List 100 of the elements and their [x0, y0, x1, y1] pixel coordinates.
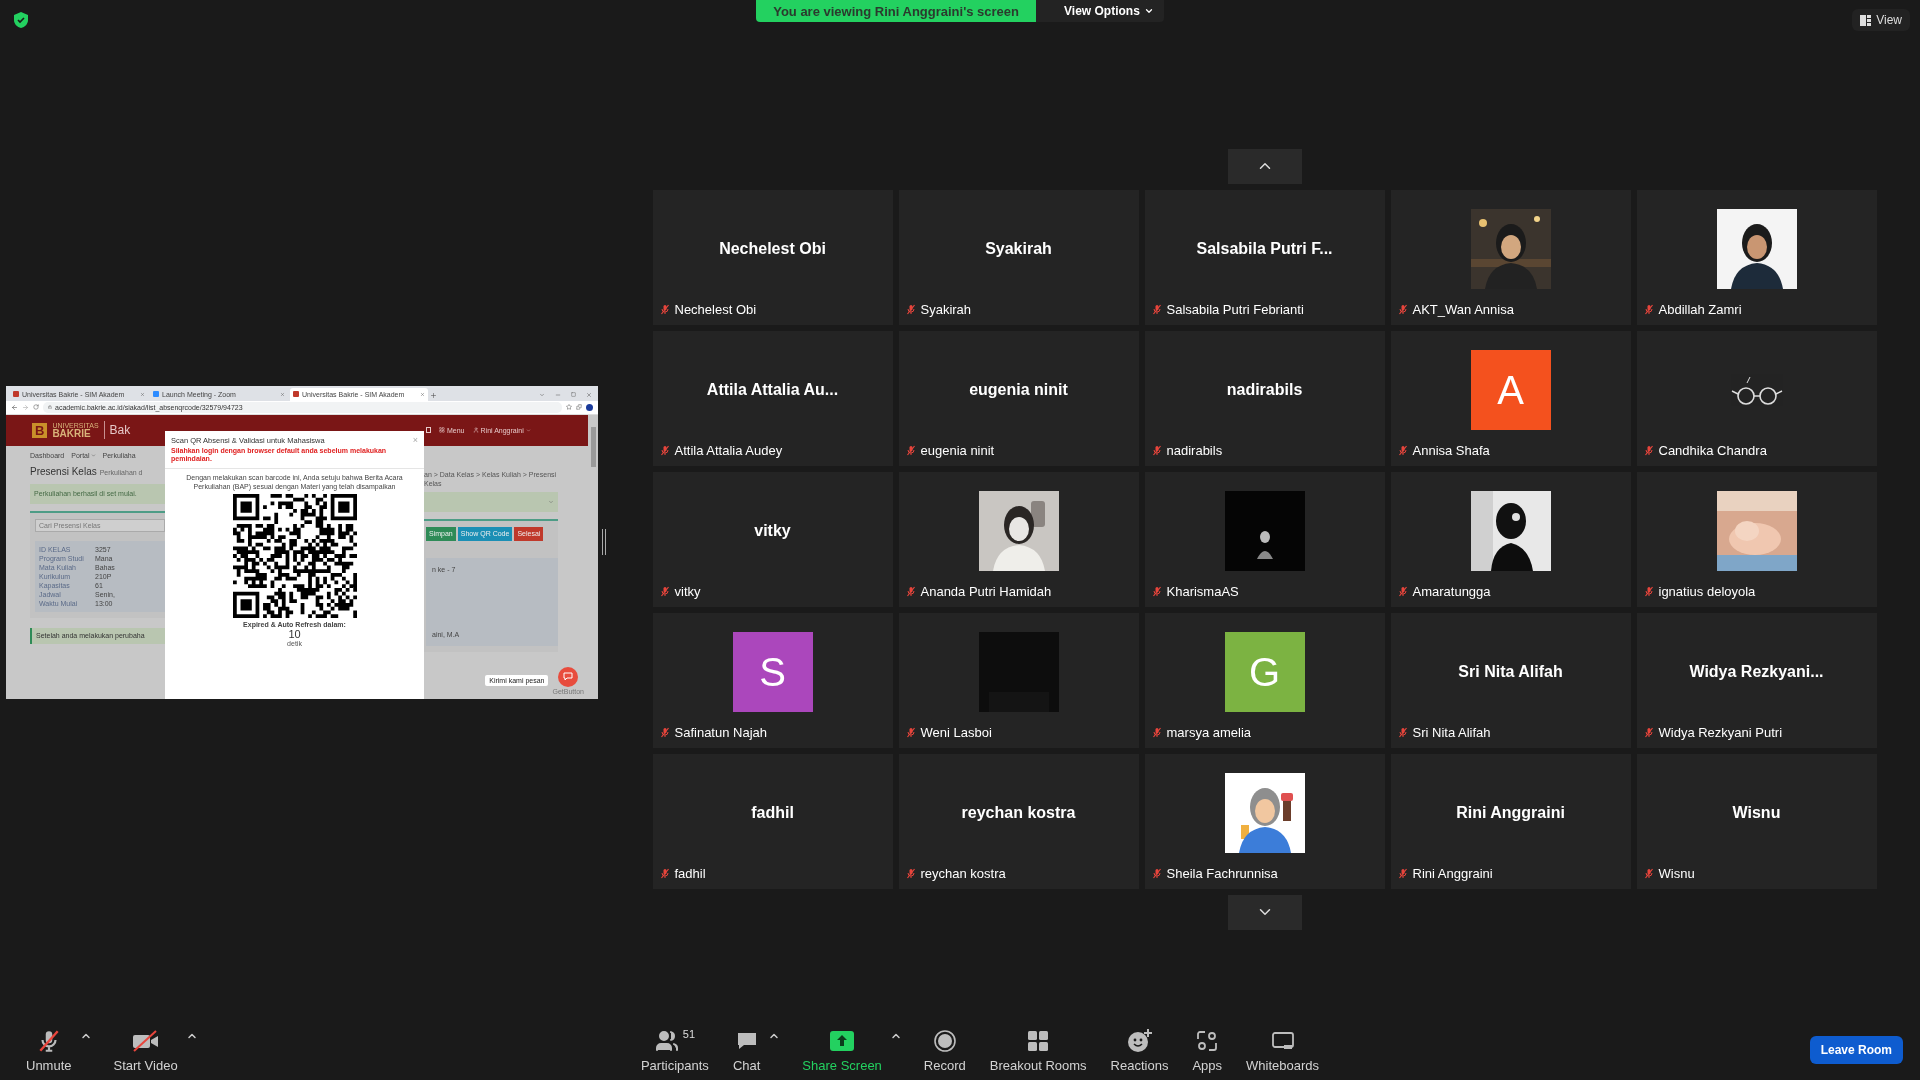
- screen-share-banner: You are viewing Rini Anggraini's screen: [756, 0, 1036, 22]
- chevron-icon: [90, 452, 96, 458]
- muted-microphone-icon: [1396, 303, 1409, 316]
- muted-microphone-icon: [1150, 726, 1163, 739]
- participant-label: Wisnu: [1658, 866, 1695, 881]
- view-options-button[interactable]: View Options: [1036, 0, 1164, 22]
- logo-mark: B: [32, 422, 48, 438]
- minimize-icon[interactable]: [555, 391, 561, 398]
- record-icon: [932, 1028, 957, 1053]
- participant-label: ignatius deloyola: [1658, 584, 1756, 599]
- toolbar-button[interactable]: Chat: [720, 1027, 773, 1073]
- participant-label: Rini Anggraini: [1412, 866, 1493, 881]
- participant-label: Syakirah: [920, 302, 972, 317]
- maximize-icon[interactable]: [571, 391, 576, 397]
- bookmark-icon[interactable]: [566, 404, 572, 410]
- site-title: Bak: [109, 423, 131, 437]
- muted-microphone-icon: [1396, 585, 1409, 598]
- muted-microphone-icon: [1150, 867, 1163, 880]
- muted-microphone-icon: [1150, 585, 1163, 598]
- reload-icon[interactable]: [33, 404, 39, 410]
- chat-button[interactable]: [558, 666, 579, 687]
- resize-handle[interactable]: [602, 529, 606, 555]
- document-icon: [426, 427, 431, 433]
- close-icon: [420, 391, 425, 397]
- muted-microphone-icon: [658, 867, 671, 880]
- participant-name: Nechelest Obi: [719, 240, 826, 258]
- share-screen-icon: [830, 1030, 855, 1051]
- participant-label: Sri Nita Alifah: [1412, 725, 1491, 740]
- toolbar-button[interactable]: Breakout Rooms: [977, 1027, 1099, 1073]
- muted-microphone-icon: [1642, 444, 1655, 457]
- toolbar-button[interactable]: Reactions: [1098, 1027, 1181, 1073]
- toolbar-button[interactable]: Start Video: [101, 1027, 190, 1073]
- logo-text: BAKRIE: [52, 428, 91, 439]
- participant-label: Salsabila Putri Febrianti: [1166, 302, 1304, 317]
- chat-icon: [563, 672, 574, 681]
- layout-icon: [1860, 14, 1872, 26]
- muted-microphone-icon: [904, 303, 917, 316]
- muted-microphone-icon: [1642, 585, 1655, 598]
- favicon-icon: [293, 391, 299, 397]
- toolbar-button[interactable]: Record: [911, 1027, 978, 1073]
- participant-label: Attila Attalia Audey: [674, 443, 783, 458]
- chevron-icon: [539, 391, 545, 398]
- new-tab-icon[interactable]: [430, 391, 437, 399]
- favicon-icon: [13, 391, 19, 397]
- participant-label: Candhika Chandra: [1658, 443, 1767, 458]
- muted-microphone-icon: [1642, 867, 1655, 880]
- toolbar-button[interactable]: Apps: [1180, 1027, 1235, 1073]
- muted-microphone-icon: [1642, 303, 1655, 316]
- close-icon[interactable]: [586, 391, 592, 398]
- participant-name: fadhil: [751, 804, 794, 822]
- video-off-icon: [130, 1027, 161, 1054]
- toolbar-button[interactable]: Whiteboards: [1234, 1027, 1332, 1073]
- participant-label: Safinatun Najah: [674, 725, 767, 740]
- leave-room-button[interactable]: Leave Room: [1809, 1036, 1903, 1064]
- participant-label: Weni Lasboi: [920, 725, 992, 740]
- grid-icon: [439, 427, 445, 433]
- participant-label: fadhil: [674, 866, 706, 881]
- participant-label: Ananda Putri Hamidah: [920, 584, 1052, 599]
- page-up-button[interactable]: [1227, 148, 1302, 184]
- muted-microphone-icon: [1150, 303, 1163, 316]
- participant-name: reychan kostra: [961, 804, 1076, 822]
- profile-icon[interactable]: [586, 403, 593, 411]
- participant-name: vitky: [754, 522, 791, 540]
- close-icon: [280, 391, 285, 397]
- muted-microphone-icon: [1642, 726, 1655, 739]
- participant-name: Salsabila Putri F...: [1196, 240, 1333, 258]
- toolbar-button[interactable]: Unmute: [14, 1027, 84, 1073]
- avatar: A: [1470, 350, 1551, 430]
- participant-label: eugenia ninit: [920, 443, 995, 458]
- participants-icon: [654, 1028, 679, 1053]
- participant-label: Amaratungga: [1412, 584, 1491, 599]
- extensions-icon[interactable]: [576, 404, 582, 410]
- avatar: S: [732, 632, 813, 712]
- forward-icon[interactable]: [22, 403, 29, 411]
- participant-name: Rini Anggraini: [1456, 804, 1565, 822]
- muted-microphone-icon: [658, 585, 671, 598]
- participant-label: marsya amelia: [1166, 725, 1252, 740]
- participant-name: Attila Attalia Au...: [706, 381, 839, 399]
- participant-label: Sheila Fachrunnisa: [1166, 866, 1278, 881]
- toolbar-button[interactable]: 51 Participants: [628, 1027, 721, 1073]
- back-icon[interactable]: [11, 403, 18, 411]
- participant-name: nadirabils: [1226, 381, 1303, 399]
- muted-microphone-icon: [1150, 444, 1163, 457]
- page-down-button[interactable]: [1227, 894, 1302, 930]
- participant-count: 51: [682, 1027, 696, 1040]
- reactions-icon: [1126, 1027, 1153, 1054]
- view-button[interactable]: View: [1852, 9, 1910, 31]
- participant-label: Nechelest Obi: [674, 302, 757, 317]
- muted-microphone-icon: [904, 585, 917, 598]
- participant-name: Widya Rezkyani...: [1689, 663, 1824, 681]
- participant-label: nadirabils: [1166, 443, 1223, 458]
- breakout-rooms-icon: [1027, 1029, 1050, 1052]
- lock-icon: [48, 405, 52, 409]
- participant-name: eugenia ninit: [969, 381, 1068, 399]
- scrollbar-thumb: [590, 426, 596, 467]
- muted-microphone-icon: [904, 444, 917, 457]
- toolbar-button[interactable]: Share Screen: [790, 1027, 894, 1073]
- user-icon: [472, 427, 479, 433]
- chevron-icon: [525, 427, 531, 433]
- shield-icon[interactable]: [14, 12, 28, 28]
